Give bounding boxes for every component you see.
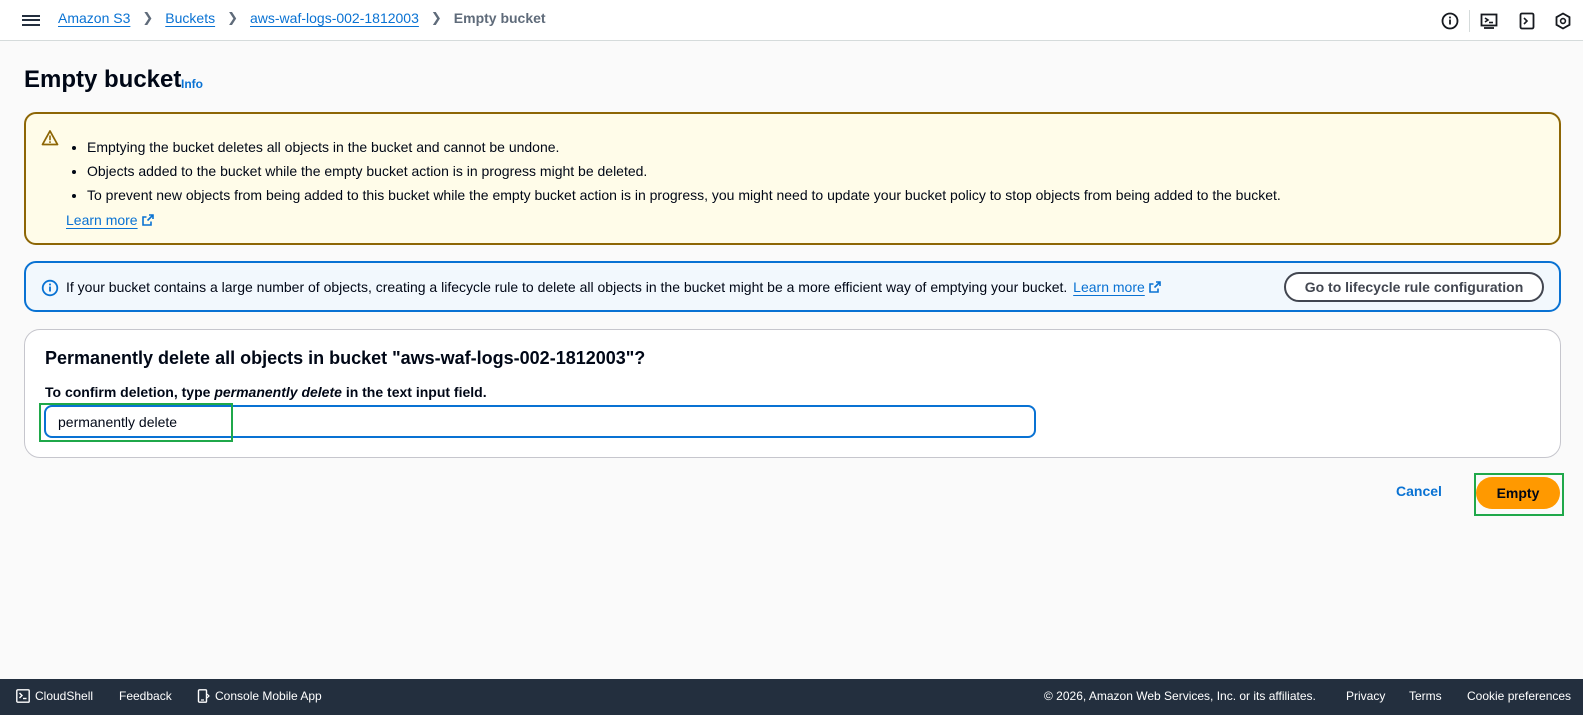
chevron-right-icon: ❯ xyxy=(430,10,442,25)
warning-item: Objects added to the bucket while the em… xyxy=(87,160,1281,184)
breadcrumb-current: Empty bucket xyxy=(453,10,546,26)
notifications-icon[interactable] xyxy=(1518,12,1536,30)
breadcrumb: Amazon S3 ❯ Buckets ❯ aws-waf-logs-002-1… xyxy=(58,10,546,26)
confirm-deletion-container: Permanently delete all objects in bucket… xyxy=(24,329,1561,458)
footer-bar: CloudShell Feedback Console Mobile App ©… xyxy=(0,679,1583,715)
privacy-link[interactable]: Privacy xyxy=(1346,689,1385,703)
settings-icon[interactable] xyxy=(1554,11,1572,30)
external-link-icon xyxy=(1148,280,1161,293)
info-alert-text-row: If your bucket contains a large number o… xyxy=(66,279,1161,295)
mobile-app-footer-link[interactable]: Console Mobile App xyxy=(196,689,322,703)
lifecycle-rule-config-button[interactable]: Go to lifecycle rule configuration xyxy=(1284,272,1544,302)
warning-learn-more-link[interactable]: Learn more xyxy=(66,212,154,228)
menu-hamburger-icon[interactable] xyxy=(22,12,40,28)
breadcrumb-bucket-name[interactable]: aws-waf-logs-002-1812003 xyxy=(250,10,419,26)
top-icons-group xyxy=(1441,0,1583,41)
chevron-right-icon: ❯ xyxy=(227,10,238,25)
info-alert-text: If your bucket contains a large number o… xyxy=(66,279,1068,295)
confirm-label-suffix: in the text input field. xyxy=(345,384,487,400)
warning-alert: Emptying the bucket deletes all objects … xyxy=(24,112,1561,245)
chevron-right-icon: ❯ xyxy=(142,10,154,25)
breadcrumb-amazon-s3[interactable]: Amazon S3 xyxy=(58,10,130,26)
terms-link[interactable]: Terms xyxy=(1409,689,1442,703)
top-navigation-bar: Amazon S3 ❯ Buckets ❯ aws-waf-logs-002-1… xyxy=(0,0,1583,41)
confirm-label-prefix: To confirm deletion, type xyxy=(45,384,211,400)
empty-button[interactable]: Empty xyxy=(1476,477,1560,509)
page-title: Empty bucket xyxy=(24,66,182,93)
info-circle-icon xyxy=(41,279,59,297)
info-alert: If your bucket contains a large number o… xyxy=(24,261,1561,312)
terminal-icon xyxy=(16,689,30,703)
learn-more-label: Learn more xyxy=(1073,279,1145,295)
info-link[interactable]: Info xyxy=(181,77,203,91)
cancel-button[interactable]: Cancel xyxy=(1396,483,1442,499)
cookie-preferences-link[interactable]: Cookie preferences xyxy=(1467,689,1571,703)
confirm-label: To confirm deletion, type permanently de… xyxy=(45,384,487,400)
info-circle-icon[interactable] xyxy=(1441,12,1459,30)
warning-item: To prevent new objects from being added … xyxy=(87,184,1281,208)
mobile-app-label: Console Mobile App xyxy=(215,689,322,703)
external-link-icon xyxy=(141,213,154,226)
learn-more-label: Learn more xyxy=(66,212,138,228)
cloudshell-footer-link[interactable]: CloudShell xyxy=(16,689,93,703)
confirm-label-phrase: permanently delete xyxy=(214,384,342,400)
warning-item: Emptying the bucket deletes all objects … xyxy=(87,136,1281,160)
confirm-text-input[interactable] xyxy=(44,405,1036,438)
divider xyxy=(1469,9,1470,32)
warning-list: Emptying the bucket deletes all objects … xyxy=(87,136,1281,208)
breadcrumb-buckets[interactable]: Buckets xyxy=(165,10,215,26)
feedback-footer-link[interactable]: Feedback xyxy=(119,689,172,703)
confirm-heading: Permanently delete all objects in bucket… xyxy=(45,348,646,368)
mobile-phone-icon xyxy=(196,689,210,703)
cloudshell-icon[interactable] xyxy=(1480,12,1498,30)
info-learn-more-link[interactable]: Learn more xyxy=(1073,279,1161,295)
warning-triangle-icon xyxy=(41,129,59,147)
cloudshell-label: CloudShell xyxy=(35,689,94,703)
copyright-text: © 2026, Amazon Web Services, Inc. or its… xyxy=(1044,689,1316,703)
